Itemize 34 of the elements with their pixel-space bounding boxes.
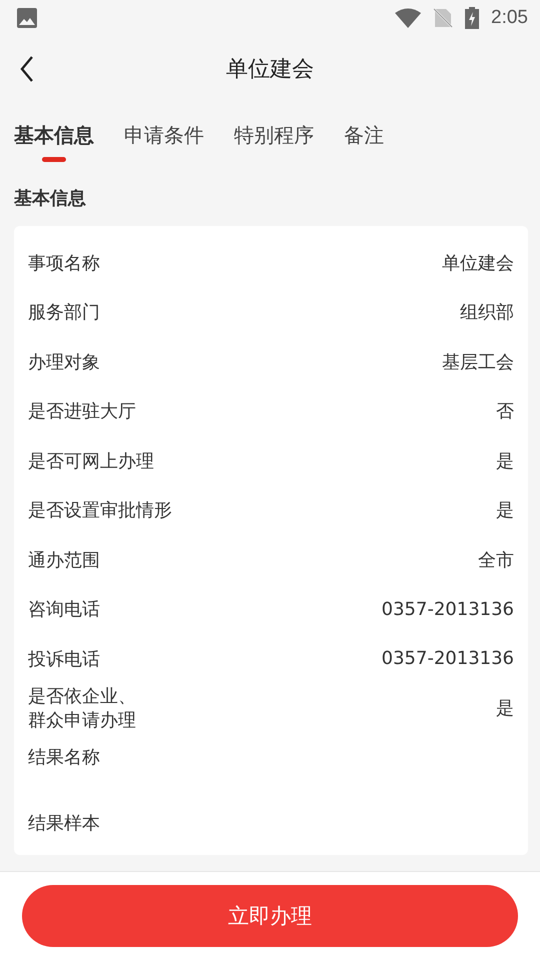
field-value: 单位建会 — [442, 252, 514, 275]
tab[interactable]: 申请条件 — [124, 102, 204, 162]
field-value: 是 — [496, 450, 514, 473]
field-label: 事项名称 — [28, 252, 100, 275]
battery-charging-icon — [465, 7, 480, 29]
field-label: 结果样本 — [28, 812, 100, 835]
field-value: 全市 — [478, 548, 514, 572]
field-value: 是 — [496, 499, 514, 522]
field-label: 是否可网上办理 — [28, 450, 154, 473]
field-value: 0357-2013136 — [382, 598, 514, 620]
section-title: 基本信息 — [13, 187, 87, 211]
field-label: 服务部门 — [28, 301, 100, 324]
field-value: 否 — [496, 400, 514, 424]
wifi-icon — [395, 8, 422, 28]
field-label: 咨询电话 — [28, 598, 100, 622]
field-label: 是否进驻大厅 — [28, 400, 136, 424]
apply-button[interactable]: 立即办理 — [22, 885, 518, 947]
field-label: 结果名称 — [28, 746, 100, 769]
field-label: 投诉电话 — [28, 648, 100, 671]
field-label: 办理对象 — [28, 350, 100, 374]
field-value: 基层工会 — [442, 350, 514, 374]
page-title: 单位建会 — [226, 56, 314, 84]
field-label: 通办范围 — [28, 548, 100, 572]
tab[interactable]: 备注 — [344, 102, 384, 162]
field-label: 是否设置审批情形 — [28, 499, 172, 522]
tab[interactable]: 特别程序 — [234, 102, 314, 162]
no-sim-icon — [433, 7, 454, 29]
image-icon — [17, 8, 37, 28]
field-value: 组织部 — [460, 301, 514, 324]
field-value: 是 — [496, 697, 514, 720]
tab[interactable]: 基本信息 — [14, 102, 94, 162]
clock-time: 2:05 — [491, 7, 528, 29]
field-label: 是否依企业、群众申请办理 — [28, 685, 137, 732]
field-value: 0357-2013136 — [382, 648, 514, 670]
